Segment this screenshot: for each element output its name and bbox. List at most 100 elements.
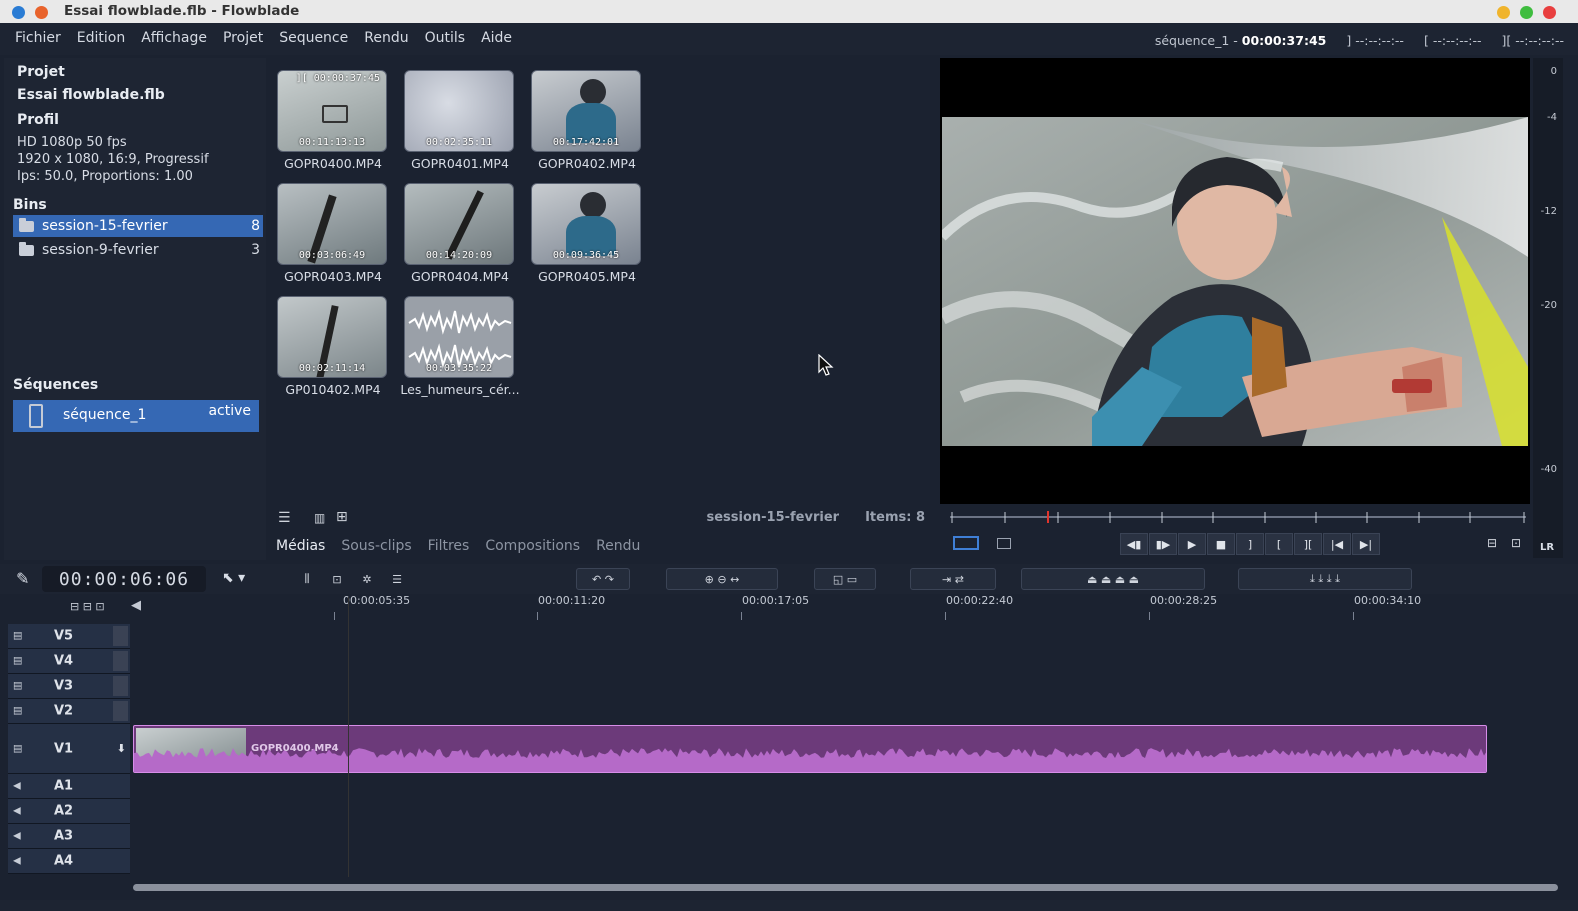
- menu-aide[interactable]: Aide: [473, 30, 520, 46]
- lock-icon[interactable]: ▤: [13, 743, 22, 754]
- media-thumbnail[interactable]: 00:14:20:09: [404, 183, 514, 265]
- speaker-icon[interactable]: ◀: [13, 806, 21, 817]
- timeline-clip[interactable]: GOPR0400.MP4: [133, 725, 1487, 773]
- lock-icon[interactable]: ▤: [13, 706, 22, 717]
- mark-out-button[interactable]: [: [1265, 533, 1293, 555]
- lift-buttons[interactable]: ⏏ ⏏ ⏏ ⏏: [1021, 568, 1205, 590]
- video-image: [942, 117, 1528, 446]
- clip-duration: 00:14:20:09: [425, 250, 493, 261]
- menu-fichier[interactable]: Fichier: [7, 30, 69, 46]
- window-pin-icon[interactable]: [35, 6, 48, 19]
- title-bar: Essai flowblade.flb - Flowblade: [0, 0, 1578, 23]
- hamburger-menu-icon[interactable]: ☰: [278, 510, 291, 526]
- pen-icon[interactable]: ✎: [16, 569, 29, 588]
- grid-view-icon[interactable]: ⊞: [336, 509, 348, 525]
- media-thumbnail[interactable]: 00:17:42:01: [531, 70, 641, 152]
- video-frame: [942, 117, 1528, 446]
- timeline-scrollbar[interactable]: [133, 884, 1558, 891]
- export-icon[interactable]: ⊡: [326, 568, 348, 590]
- mixer-icon[interactable]: ⫼: [296, 568, 318, 590]
- menu-sequence[interactable]: Sequence: [271, 30, 356, 46]
- menu-rendu[interactable]: Rendu: [356, 30, 416, 46]
- media-thumbnail[interactable]: 00:03:35:22: [404, 296, 514, 378]
- media-thumbnail[interactable]: 00:02:35:11: [404, 70, 514, 152]
- track-head-v2[interactable]: ▤ V2: [8, 699, 130, 724]
- ruler-tick: [1353, 612, 1354, 620]
- track-head-a4[interactable]: ◀ A4: [8, 849, 130, 874]
- tab-compositions[interactable]: Compositions: [485, 538, 580, 554]
- prev-frame-button[interactable]: ◀▮: [1120, 533, 1148, 555]
- tab-medias[interactable]: Médias: [276, 538, 325, 554]
- lock-icon[interactable]: ▤: [13, 681, 22, 692]
- window-menu-icon[interactable]: [12, 6, 25, 19]
- bin-name: session-15-fevrier: [42, 218, 168, 234]
- tab-sous-clips[interactable]: Sous-clips: [341, 538, 411, 554]
- speaker-icon[interactable]: ◀: [13, 831, 21, 842]
- track-head-v1[interactable]: ▤ V1 ⬇: [8, 724, 130, 774]
- video-monitor[interactable]: [940, 58, 1530, 504]
- next-frame-button[interactable]: ▮▶: [1149, 533, 1177, 555]
- render-icon[interactable]: ✲: [356, 568, 378, 590]
- window-title: Essai flowblade.flb - Flowblade: [64, 3, 300, 19]
- media-thumbnail[interactable]: 00:03:06:49: [277, 183, 387, 265]
- undo-redo-buttons[interactable]: ↶ ↷: [576, 568, 630, 590]
- timeline-tracks[interactable]: GOPR0400.MP4: [131, 624, 1561, 876]
- position-scrubber[interactable]: [950, 510, 1528, 524]
- mark-in-button[interactable]: ]: [1236, 533, 1264, 555]
- media-thumbnail[interactable]: 00:02:11:14: [277, 296, 387, 378]
- current-bin-label: session-15-fevrier: [706, 510, 840, 525]
- pointer-tool-icon[interactable]: ⬉ ▾: [222, 570, 245, 586]
- play-button[interactable]: ▶: [1178, 533, 1206, 555]
- timeline-toolbar: ✎ 00:00:06:06 ⬉ ▾ ⫼ ⊡ ✲ ☰ ↶ ↷ ⊕ ⊖ ↔ ◱ ▭ …: [0, 564, 1578, 594]
- track-tools-icon[interactable]: ⊟ ⊟ ⊡: [70, 600, 105, 613]
- speaker-icon[interactable]: ◀: [13, 856, 21, 867]
- snap-buttons[interactable]: ◱ ▭: [814, 568, 876, 590]
- track-arrow-icon[interactable]: ⬇: [117, 742, 126, 755]
- track-head-v3[interactable]: ▤ V3: [8, 674, 130, 699]
- fullscreen-icon[interactable]: ⊡: [1511, 536, 1521, 550]
- speaker-icon[interactable]: ◀: [13, 781, 21, 792]
- track-head-v5[interactable]: ▤ V5: [8, 624, 130, 649]
- track-lock: [113, 651, 128, 671]
- media-thumbnail[interactable]: 00:09:36:45: [531, 183, 641, 265]
- track-head-a3[interactable]: ◀ A3: [8, 824, 130, 849]
- to-mark-in-button[interactable]: |◀: [1323, 533, 1351, 555]
- stop-button[interactable]: ■: [1207, 533, 1235, 555]
- menu-affichage[interactable]: Affichage: [133, 30, 215, 46]
- bin-item-session-9-fevrier[interactable]: session-9-fevrier 3: [13, 239, 263, 261]
- sequence-item[interactable]: séquence_1 active: [13, 400, 259, 432]
- menu-edition[interactable]: Edition: [69, 30, 133, 46]
- track-head-a1[interactable]: ◀ A1: [8, 774, 130, 799]
- lock-icon[interactable]: ▤: [13, 656, 22, 667]
- menu-projet[interactable]: Projet: [215, 30, 271, 46]
- layout-icon[interactable]: ⊟: [1487, 536, 1497, 550]
- trim-view-icon[interactable]: [953, 536, 979, 550]
- zoom-buttons[interactable]: ⊕ ⊖ ↔: [666, 568, 778, 590]
- clear-marks-button[interactable]: ][: [1294, 533, 1322, 555]
- ruler-tick: [537, 612, 538, 620]
- columns-view-icon[interactable]: ▥: [314, 511, 325, 525]
- maximize-icon[interactable]: [1520, 6, 1533, 19]
- media-filename: GOPR0404.MP4: [411, 269, 509, 284]
- timeline-ruler[interactable]: ◀ 00:00:05:35 00:00:11:20 00:00:17:05 00…: [131, 594, 1561, 620]
- track-lock: [113, 701, 128, 721]
- track-head-v4[interactable]: ▤ V4: [8, 649, 130, 674]
- timeline-timecode[interactable]: 00:00:06:06: [42, 566, 206, 592]
- settings-icon[interactable]: ☰: [386, 568, 408, 590]
- close-icon[interactable]: [1543, 6, 1556, 19]
- vu-label: -20: [1540, 300, 1557, 311]
- tab-filtres[interactable]: Filtres: [428, 538, 470, 554]
- insert-buttons[interactable]: ⇥ ⇄: [910, 568, 996, 590]
- lock-icon[interactable]: ▤: [13, 631, 22, 642]
- menu-outils[interactable]: Outils: [417, 30, 473, 46]
- bin-item-session-15-fevrier[interactable]: session-15-fevrier 8: [13, 215, 263, 237]
- to-mark-out-button[interactable]: ▶|: [1352, 533, 1380, 555]
- overwrite-buttons[interactable]: ⤓ ⤓ ⤓ ⤓: [1238, 568, 1412, 590]
- minimize-icon[interactable]: [1497, 6, 1510, 19]
- media-thumbnail[interactable]: ][ 00:00:37:45 00:11:13:13: [277, 70, 387, 152]
- track-head-a2[interactable]: ◀ A2: [8, 799, 130, 824]
- media-status: session-15-fevrier Items: 8: [706, 510, 925, 525]
- monitor-view-icon[interactable]: [997, 538, 1011, 549]
- tab-rendu[interactable]: Rendu: [596, 538, 640, 554]
- playhead[interactable]: [348, 597, 349, 877]
